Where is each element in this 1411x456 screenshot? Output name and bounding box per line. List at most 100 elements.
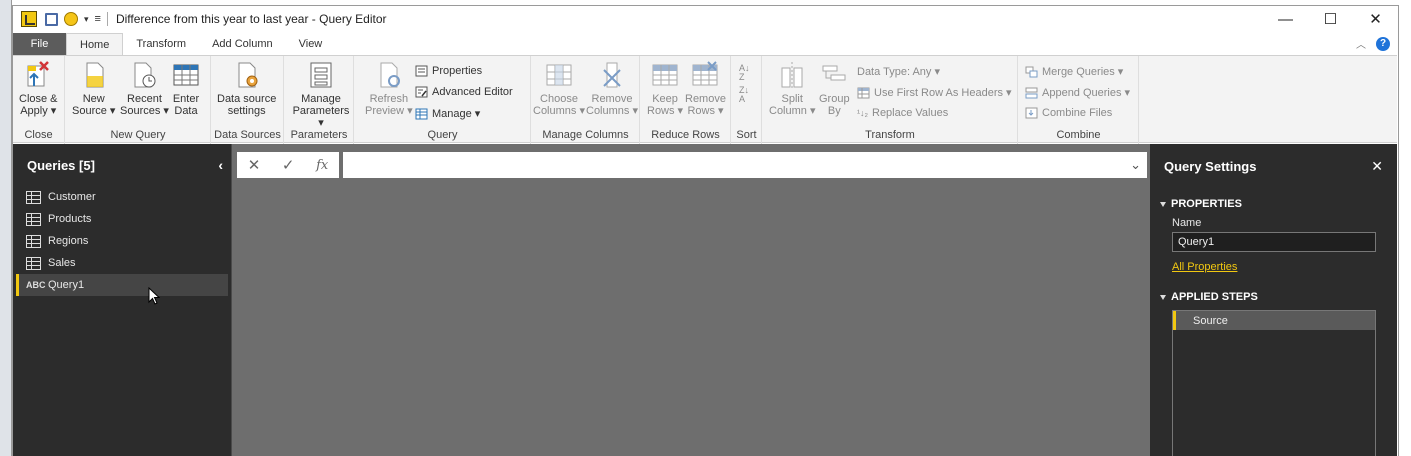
query-item-label: Query1 bbox=[48, 279, 85, 291]
tab-transform[interactable]: Transform bbox=[123, 33, 199, 55]
right-edge bbox=[1399, 0, 1411, 456]
applied-steps-section-title[interactable]: APPLIED STEPS bbox=[1150, 291, 1397, 303]
remove-rows-label-1: Remove bbox=[685, 93, 726, 105]
manage-icon bbox=[415, 108, 428, 119]
recent-sources-button[interactable]: Recent Sources ▾ bbox=[120, 60, 169, 117]
tab-view[interactable]: View bbox=[286, 33, 336, 55]
sort-ascending-button[interactable]: A↓ Z bbox=[739, 64, 750, 82]
query-item-label: Customer bbox=[48, 191, 96, 203]
replace-values-button[interactable]: ¹↓₂ Replace Values bbox=[857, 107, 948, 119]
close-window-button[interactable]: ✕ bbox=[1353, 6, 1398, 32]
close-apply-button[interactable]: Close & Apply ▾ bbox=[19, 60, 58, 117]
close-pane-icon[interactable]: ✕ bbox=[1371, 158, 1383, 175]
collapse-ribbon-icon[interactable]: ︿ bbox=[1356, 36, 1366, 51]
properties-section-title[interactable]: PROPERTIES bbox=[1150, 198, 1397, 210]
queries-title: Queries [5] bbox=[27, 157, 95, 173]
table-icon bbox=[26, 212, 41, 226]
fx-icon[interactable]: fx bbox=[316, 158, 328, 173]
replace-values-icon: ¹↓₂ bbox=[857, 108, 868, 118]
query-item-sales[interactable]: Sales bbox=[16, 252, 228, 274]
data-type-dropdown[interactable]: Data Type: Any ▾ bbox=[857, 65, 940, 78]
enter-data-button[interactable]: Enter Data bbox=[172, 60, 200, 117]
query-name-input[interactable]: Query1 bbox=[1172, 232, 1376, 252]
commit-formula-icon[interactable]: ✓ bbox=[282, 156, 295, 174]
group-label-parameters: Parameters bbox=[290, 129, 348, 141]
tab-home[interactable]: Home bbox=[66, 33, 124, 55]
query-item-query1[interactable]: ABC Query1 bbox=[16, 274, 228, 296]
close-apply-label-1: Close & bbox=[19, 93, 58, 105]
formula-input[interactable]: ⌄ bbox=[343, 152, 1147, 178]
keep-rows-button[interactable]: Keep Rows ▾ bbox=[647, 60, 683, 117]
split-column-label-2: Column ▾ bbox=[769, 105, 816, 117]
merge-queries-button[interactable]: Merge Queries ▾ bbox=[1025, 65, 1123, 78]
data-source-settings-label-1: Data source bbox=[217, 93, 277, 105]
query-settings-pane: Query Settings ✕ PROPERTIES Name Query1 … bbox=[1150, 144, 1397, 456]
remove-rows-button[interactable]: Remove Rows ▾ bbox=[685, 60, 726, 117]
settings-title: Query Settings bbox=[1164, 158, 1257, 174]
keep-rows-label-1: Keep bbox=[652, 93, 678, 105]
split-column-icon bbox=[781, 62, 803, 88]
refresh-preview-label-2: Preview ▾ bbox=[365, 105, 413, 117]
remove-rows-label-2: Rows ▾ bbox=[687, 105, 724, 117]
collapse-pane-icon[interactable]: ‹ bbox=[218, 157, 223, 173]
remove-columns-button[interactable]: Remove Columns ▾ bbox=[586, 60, 638, 117]
manage-parameters-label-1: Manage bbox=[301, 93, 341, 105]
new-source-icon bbox=[86, 62, 104, 88]
group-by-button[interactable]: Group By bbox=[819, 60, 850, 117]
minimize-button[interactable]: — bbox=[1263, 6, 1308, 32]
query-item-customer[interactable]: Customer bbox=[16, 186, 228, 208]
formula-buttons: ✕ ✓ fx bbox=[237, 152, 339, 178]
smile-feedback-icon[interactable] bbox=[64, 12, 78, 26]
properties-title: PROPERTIES bbox=[1171, 198, 1242, 210]
window-controls: — ☐ ✕ bbox=[1263, 6, 1398, 32]
power-bi-icon[interactable] bbox=[21, 11, 37, 27]
group-data-sources: Data source settings Data Sources bbox=[212, 56, 284, 144]
sort-descending-button[interactable]: Z↓ A bbox=[739, 86, 749, 104]
chevron-down-icon[interactable]: ▾ bbox=[84, 14, 89, 25]
table-icon bbox=[26, 234, 41, 248]
cancel-formula-icon[interactable]: ✕ bbox=[248, 156, 261, 174]
customize-toolbar-icon[interactable]: ≡ bbox=[95, 13, 101, 25]
choose-columns-icon bbox=[546, 64, 572, 86]
window-title: Difference from this year to last year -… bbox=[115, 12, 387, 26]
remove-columns-icon bbox=[603, 62, 621, 88]
group-by-icon bbox=[822, 65, 846, 81]
use-first-row-button[interactable]: Use First Row As Headers ▾ bbox=[857, 86, 1012, 99]
data-source-settings-label-2: settings bbox=[227, 105, 266, 117]
manage-button[interactable]: Manage ▾ bbox=[415, 107, 480, 120]
recent-sources-icon bbox=[134, 62, 156, 88]
query-item-products[interactable]: Products bbox=[16, 208, 228, 230]
new-source-button[interactable]: New Source ▾ bbox=[72, 60, 115, 117]
help-icon[interactable]: ? bbox=[1376, 36, 1390, 51]
sort-ascending-icon: A↓ Z bbox=[739, 63, 750, 82]
group-by-label-2: By bbox=[827, 105, 841, 117]
save-icon[interactable] bbox=[45, 12, 58, 26]
split-column-button[interactable]: Split Column ▾ bbox=[769, 60, 815, 117]
query-item-regions[interactable]: Regions bbox=[16, 230, 228, 252]
combine-files-button[interactable]: Combine Files bbox=[1025, 107, 1112, 119]
recent-sources-label-2: Sources ▾ bbox=[120, 105, 169, 117]
append-queries-button[interactable]: Append Queries ▾ bbox=[1025, 86, 1130, 99]
refresh-preview-icon bbox=[380, 62, 400, 88]
use-first-row-label: Use First Row As Headers ▾ bbox=[874, 87, 1012, 99]
step-source[interactable]: Source bbox=[1173, 311, 1375, 330]
manage-parameters-button[interactable]: Manage Parameters ▾ bbox=[289, 60, 353, 129]
mouse-cursor-icon bbox=[148, 287, 160, 305]
all-properties-link[interactable]: All Properties bbox=[1150, 261, 1397, 273]
abc-text-icon: ABC bbox=[26, 280, 46, 290]
tab-add-column[interactable]: Add Column bbox=[199, 33, 286, 55]
title-bar: ▾ ≡ Difference from this year to last ye… bbox=[13, 6, 1398, 32]
quick-access-toolbar: ▾ ≡ bbox=[45, 12, 108, 26]
advanced-editor-button[interactable]: Advanced Editor bbox=[415, 86, 513, 98]
properties-button[interactable]: Properties bbox=[415, 65, 482, 77]
refresh-preview-button[interactable]: Refresh Preview ▾ bbox=[365, 60, 413, 117]
ribbon-tabs: File Home Transform Add Column View ︿ ? bbox=[13, 33, 1398, 55]
combine-files-icon bbox=[1025, 107, 1038, 119]
group-label-query: Query bbox=[427, 129, 458, 141]
expand-formula-icon[interactable]: ⌄ bbox=[1130, 157, 1141, 173]
choose-columns-button[interactable]: Choose Columns ▾ bbox=[533, 60, 585, 117]
data-source-settings-button[interactable]: Data source settings bbox=[217, 60, 276, 117]
maximize-button[interactable]: ☐ bbox=[1308, 6, 1353, 32]
tab-file[interactable]: File bbox=[13, 33, 66, 55]
applied-steps-list: Source bbox=[1172, 310, 1376, 456]
